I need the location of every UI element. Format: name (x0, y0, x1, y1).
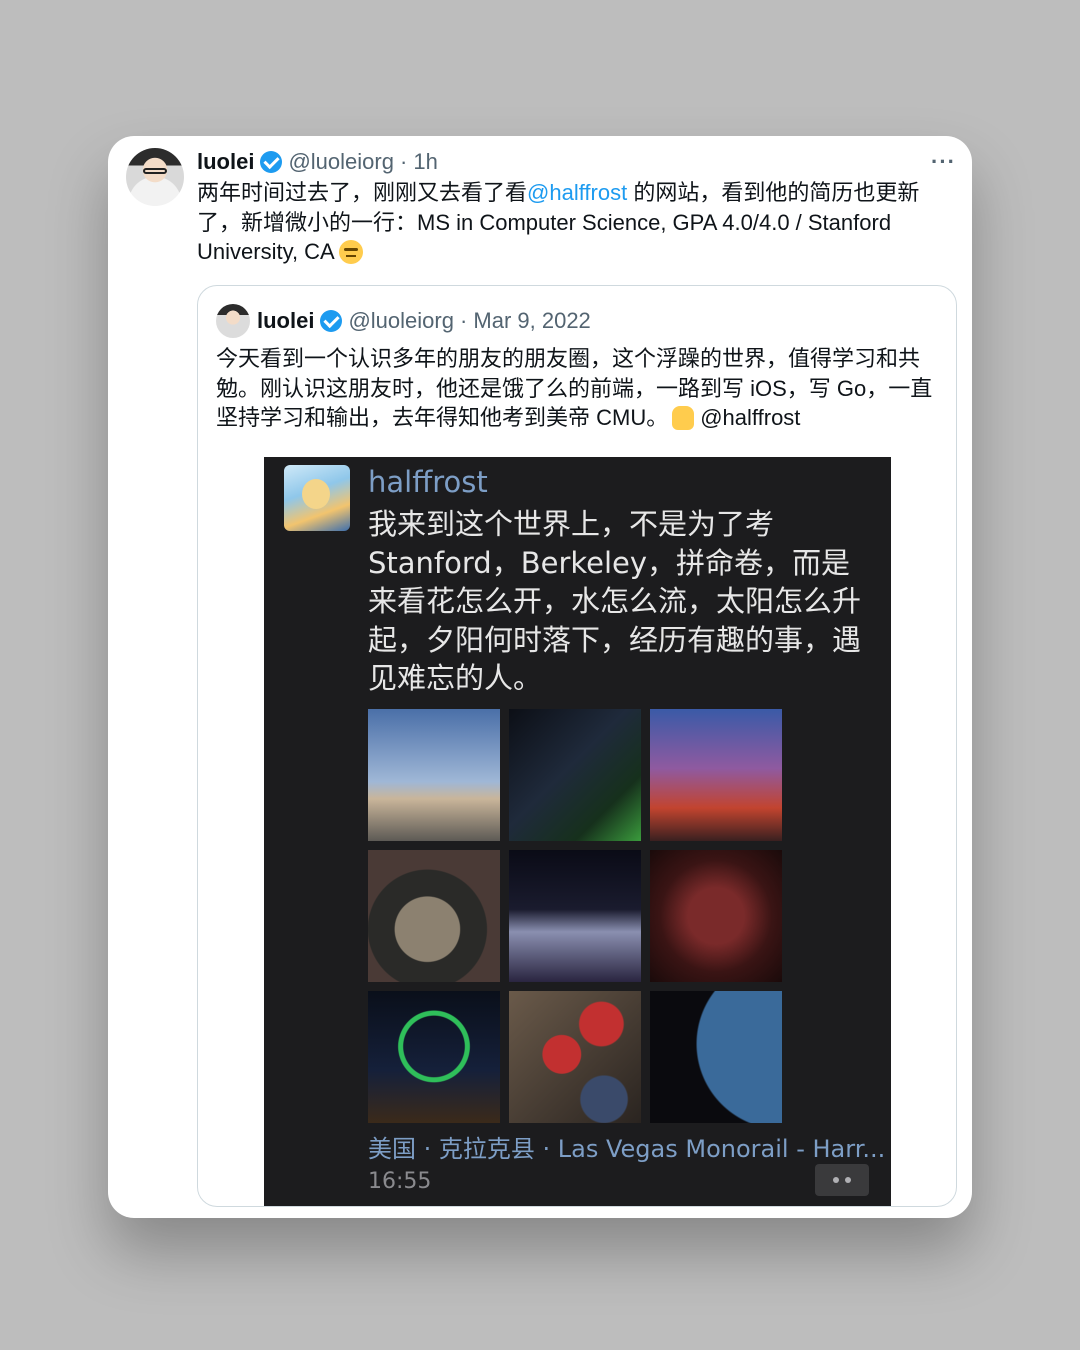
tweet-header: luolei @luoleiorg · 1h ··· (197, 148, 956, 176)
tweet-time[interactable]: · 1h (400, 149, 438, 175)
moments-time: 16:55 (368, 1169, 432, 1194)
photo-casino-chips (509, 991, 641, 1123)
photo-group-selfie (650, 850, 782, 982)
quoted-text-body: 今天看到一个认识多年的朋友的朋友圈，这个浮躁的世界，值得学习和共勉。刚认识这朋友… (216, 346, 933, 430)
halffrost-avatar (284, 465, 350, 531)
quoted-mention: @halffrost (700, 405, 801, 430)
verified-badge-icon (260, 151, 283, 173)
quoted-tweet-text: 今天看到一个认识多年的朋友的朋友圈，这个浮躁的世界，值得学习和共勉。刚认识这朋友… (216, 344, 940, 433)
photo-ferris-wheel (368, 991, 500, 1123)
tweet-text-part1: 两年时间过去了，刚刚又去看了看 (197, 180, 528, 205)
quoted-author-name: luolei (257, 308, 315, 333)
moments-post-text: 我来到这个世界上，不是为了考Stanford，Berkeley，拼命卷，而是来看… (368, 507, 862, 695)
author-handle[interactable]: @luoleiorg (288, 149, 394, 175)
moments-author-name: halffrost (368, 465, 488, 499)
photo-grid (368, 709, 782, 1123)
quoted-tweet-date: · Mar 9, 2022 (459, 308, 591, 333)
photo-stacked-rocks (368, 709, 500, 841)
quoted-verified-badge-icon (320, 310, 343, 332)
quoted-tweet-header: luolei @luoleiorg · Mar 9, 2022 (257, 307, 944, 335)
author-avatar[interactable] (126, 148, 184, 206)
quoted-author-avatar (216, 304, 250, 338)
mention-link[interactable]: @halffrost (527, 180, 627, 205)
photo-night-show (509, 850, 641, 982)
author-name[interactable]: luolei (197, 149, 254, 175)
moments-screenshot-image[interactable]: halffrost 我来到这个世界上，不是为了考Stanford，Berkele… (264, 457, 891, 1206)
photo-gaming-table (368, 850, 500, 982)
tweet-text: 两年时间过去了，刚刚又去看了看@halffrost 的网站，看到他的简历也更新了… (197, 178, 957, 267)
thumbs-up-emoji-icon (672, 406, 695, 430)
more-options-icon[interactable]: ··· (931, 149, 956, 175)
photo-earth-screen (650, 991, 782, 1123)
moments-action-button (815, 1164, 869, 1196)
moments-location: 美国 · 克拉克县 · Las Vegas Monorail - Harr... (368, 1135, 886, 1163)
quoted-author-handle: @luoleiorg (348, 308, 454, 333)
saluting-face-emoji-icon (338, 240, 363, 264)
photo-night-building (509, 709, 641, 841)
tweet-card: luolei @luoleiorg · 1h ··· 两年时间过去了，刚刚又去看… (108, 136, 972, 1218)
photo-casino-facade (650, 709, 782, 841)
quoted-tweet[interactable]: luolei @luoleiorg · Mar 9, 2022 今天看到一个认识… (197, 285, 957, 1207)
